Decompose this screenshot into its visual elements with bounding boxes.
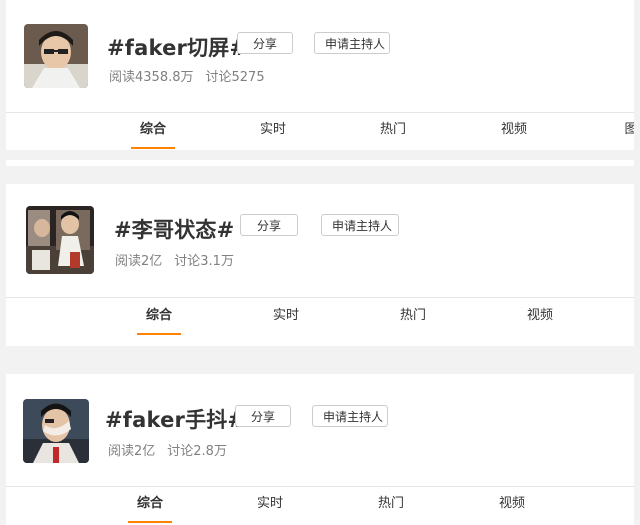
share-button[interactable]: 分享 bbox=[240, 214, 298, 236]
tab-label: 综合 bbox=[145, 308, 172, 323]
tab-video[interactable]: 视频 bbox=[487, 487, 537, 525]
read-count: 阅读4358.8万 bbox=[109, 70, 194, 85]
tab-realtime[interactable]: 实时 bbox=[261, 299, 311, 337]
tab-label: 综合 bbox=[139, 122, 166, 137]
read-count: 阅读2亿 bbox=[108, 444, 156, 459]
tab-video[interactable]: 视频 bbox=[489, 113, 539, 151]
active-tab-underline bbox=[137, 333, 181, 335]
tab-label: 综合 bbox=[136, 496, 163, 511]
topic-avatar[interactable] bbox=[23, 399, 89, 463]
share-button[interactable]: 分享 bbox=[237, 32, 293, 54]
share-button[interactable]: 分享 bbox=[235, 405, 291, 427]
discussion-count: 讨论2.8万 bbox=[167, 444, 227, 459]
tab-image[interactable]: 图 bbox=[621, 113, 634, 151]
active-tab-underline bbox=[128, 521, 172, 523]
discussion-count: 讨论5275 bbox=[205, 70, 265, 85]
apply-host-button[interactable]: 申请主持人 bbox=[314, 32, 390, 54]
tab-hot[interactable]: 热门 bbox=[368, 113, 418, 151]
tab-realtime[interactable]: 实时 bbox=[248, 113, 298, 151]
content-gap bbox=[6, 346, 634, 360]
tab-comprehensive[interactable]: 综合 bbox=[125, 487, 175, 525]
tab-comprehensive[interactable]: 综合 bbox=[128, 113, 178, 151]
tab-hot[interactable]: 热门 bbox=[388, 299, 438, 337]
tab-bar: 综合 实时 热门 视频 bbox=[6, 299, 634, 337]
topic-card-faker-qieping: #faker切屏# 分享 申请主持人 阅读4358.8万 讨论5275 综合 实时… bbox=[6, 0, 634, 166]
topic-title: #faker手抖# bbox=[105, 408, 246, 432]
divider bbox=[6, 297, 634, 298]
topic-avatar[interactable] bbox=[24, 24, 88, 88]
topic-stats: 阅读2亿 讨论2.8万 bbox=[108, 440, 239, 459]
discussion-count: 讨论3.1万 bbox=[174, 254, 234, 269]
topic-stats: 阅读4358.8万 讨论5275 bbox=[109, 66, 277, 85]
topic-title: #李哥状态# bbox=[114, 218, 235, 242]
tab-bar: 综合 实时 热门 视频 图 bbox=[6, 113, 634, 151]
read-count: 阅读2亿 bbox=[115, 254, 163, 269]
topic-title: #faker切屏# bbox=[107, 36, 248, 60]
tab-comprehensive[interactable]: 综合 bbox=[134, 299, 184, 337]
topic-card-faker-shoudou: #faker手抖# 分享 申请主持人 阅读2亿 讨论2.8万 综合 实时 热门 视… bbox=[6, 374, 634, 525]
apply-host-button[interactable]: 申请主持人 bbox=[321, 214, 399, 236]
tab-video[interactable]: 视频 bbox=[515, 299, 565, 337]
topic-stats: 阅读2亿 讨论3.1万 bbox=[115, 250, 246, 269]
content-gap bbox=[6, 150, 634, 160]
topic-card-lige-status: #李哥状态# 分享 申请主持人 阅读2亿 讨论3.1万 综合 实时 热门 视频 bbox=[6, 184, 634, 360]
tab-hot[interactable]: 热门 bbox=[366, 487, 416, 525]
topic-avatar[interactable] bbox=[26, 206, 94, 274]
tab-realtime[interactable]: 实时 bbox=[245, 487, 295, 525]
apply-host-button[interactable]: 申请主持人 bbox=[312, 405, 388, 427]
tab-bar: 综合 实时 热门 视频 bbox=[6, 487, 634, 525]
active-tab-underline bbox=[131, 147, 175, 149]
